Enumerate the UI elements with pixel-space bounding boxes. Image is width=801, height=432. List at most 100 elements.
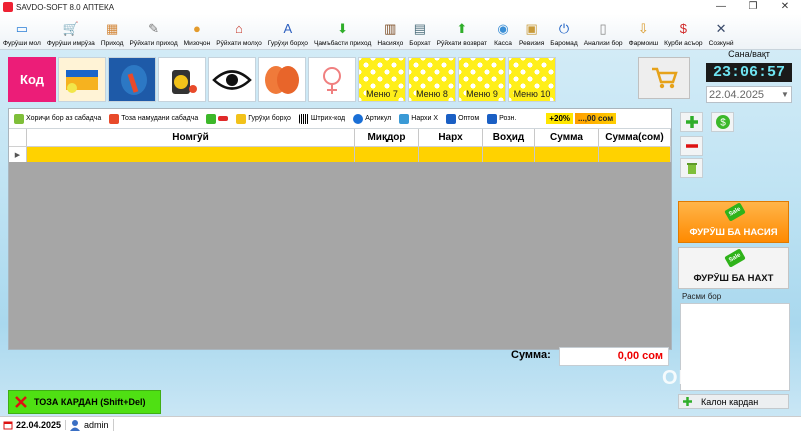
cell-sum[interactable] xyxy=(535,147,599,162)
delete-item-button[interactable] xyxy=(680,158,703,178)
toolbar-button-abc[interactable]: A Гурӯҳи борҳо xyxy=(265,13,311,49)
toolbar-button-power[interactable]: ⏻ Баромад xyxy=(547,13,580,49)
wholesale-button[interactable]: Оптом xyxy=(446,113,479,124)
sale-credit-button[interactable]: Sale ФУРӮШ БА НАСИЯ xyxy=(678,201,789,243)
clear-basket-button[interactable]: Тоза намудани сабадча xyxy=(109,113,198,124)
tile-vitamins[interactable] xyxy=(158,57,206,102)
toolbar-button-monitor[interactable]: ▭ Фурӯши мол xyxy=(0,13,44,49)
toolbar-button-house[interactable]: ⌂ Рӯйхати молҳо xyxy=(213,13,265,49)
retail-button[interactable]: Розн. xyxy=(487,113,517,124)
cart-button[interactable] xyxy=(638,57,690,99)
sale-cash-button[interactable]: Sale ФУРӮШ БА НАХТ xyxy=(678,247,789,289)
decrease-item-button[interactable] xyxy=(680,136,703,156)
date-value: 22.04.2025 xyxy=(709,88,765,101)
clear-cart-button[interactable]: ТОЗА КАРДАН (Shift+Del) xyxy=(8,390,161,414)
close-icon[interactable]: ✕ xyxy=(769,0,801,14)
table-row[interactable]: ▶ xyxy=(9,147,671,162)
column-header-sum[interactable]: Сумма xyxy=(535,129,599,146)
date-picker[interactable]: 22.04.2025 ▼ xyxy=(706,86,792,103)
cart-grid[interactable]: Номгӯй Миқдор Нарх Воҳид Сумма Сумма(сом… xyxy=(9,129,671,349)
window-title: SAVDO-SOFT 8.0 АПТЕКА xyxy=(16,2,115,12)
toolbar-button-tools[interactable]: ✕ Созкунӣ xyxy=(706,13,737,49)
toolbar-button-label: Насияҳо xyxy=(377,40,404,47)
menu-9-label: Меню 9 xyxy=(466,89,498,101)
payment-button[interactable]: $ xyxy=(711,112,734,132)
toolbar-button-cart[interactable]: 🛒 Фурӯши имрӯза xyxy=(44,13,98,49)
add-item-button[interactable] xyxy=(680,112,703,132)
toolbar-button-download-box[interactable]: ⇩ Фармоиш xyxy=(626,13,662,49)
clear-cart-label: ТОЗА КАРДАН (Shift+Del) xyxy=(34,397,146,407)
total-value: 0,00 сом xyxy=(559,347,669,366)
toolbar-button-down-arrow[interactable]: ⬇ Ҷамъбасти приход xyxy=(311,13,374,49)
menu-8-label: Меню 8 xyxy=(416,89,448,101)
book-icon: ▥ xyxy=(384,20,397,36)
column-header-price[interactable]: Нарх xyxy=(419,129,483,146)
plus-icon[interactable] xyxy=(206,113,217,124)
article-icon xyxy=(353,113,364,124)
toolbar-button-label: Рӯйхати приход xyxy=(129,40,178,47)
dollar-icon: $ xyxy=(679,20,687,36)
clear-cart-icon xyxy=(15,396,27,408)
cell-unit[interactable] xyxy=(483,147,535,162)
toolbar-button-up-arrow[interactable]: ⬆ Рӯйхати возврат xyxy=(434,13,490,49)
qty-plus-minus[interactable] xyxy=(206,113,229,124)
toolbar-button-label: Касса xyxy=(494,40,512,47)
status-bar: 22.04.2025 admin xyxy=(0,416,801,432)
category-tiles: Код Меню 7 Меню 8 Меню 9 Меню 10 xyxy=(8,57,556,102)
calendar-dropdown-icon[interactable]: ▼ xyxy=(779,87,791,102)
cell-name[interactable] xyxy=(27,147,355,162)
wholesale-tag-icon xyxy=(446,113,457,124)
cell-sum-som[interactable] xyxy=(599,147,671,162)
toolbar-button-cabinet[interactable]: ▯ Анализи бор xyxy=(581,13,626,49)
tile-brain[interactable] xyxy=(258,57,306,102)
toolbar-button-pencil[interactable]: ✎ Рӯйхати приход xyxy=(127,13,181,49)
plus-icon xyxy=(685,116,698,128)
tile-menu-7[interactable]: Меню 7 xyxy=(358,57,406,102)
tile-eye[interactable] xyxy=(208,57,256,102)
toolbar-button-label: Фурӯши имрӯза xyxy=(46,40,95,47)
column-header-unit[interactable]: Воҳид xyxy=(483,129,535,146)
date-time-panel: Сана/вақт 23:06:57 22.04.2025 ▼ xyxy=(706,49,792,103)
remove-item-button[interactable]: Хориҷи бор аз сабадча xyxy=(14,113,101,124)
toolbar-button-clipboard[interactable]: ▣ Ревизия xyxy=(516,13,547,49)
tile-throat[interactable] xyxy=(108,57,156,102)
brain-icon xyxy=(265,65,299,94)
retail-label: Розн. xyxy=(499,115,517,122)
toolbar-button-label: Анализи бор xyxy=(583,40,623,47)
row-indicator-icon: ▶ xyxy=(9,147,27,162)
tile-women-health[interactable] xyxy=(308,57,356,102)
toolbar-button-user[interactable]: ● Мизоҷон xyxy=(181,13,214,49)
pencil-icon: ✎ xyxy=(148,20,160,36)
restore-icon[interactable]: ❐ xyxy=(737,0,769,14)
sum-badge[interactable]: ...,00 сом xyxy=(575,113,617,124)
article-button[interactable]: Артикул xyxy=(353,113,391,124)
toolbar-button-label: Созкунӣ xyxy=(708,40,734,47)
groups-button[interactable]: Гурӯҳи борҳо xyxy=(236,113,291,124)
tile-menu-10[interactable]: Меню 10 xyxy=(508,57,556,102)
menu-7-label: Меню 7 xyxy=(366,89,398,101)
toolbar-button-dollar[interactable]: $ Курби асъор xyxy=(661,13,705,49)
toolbar-button-book[interactable]: ▥ Насияҳо xyxy=(374,13,406,49)
toolbar-button-label: Борхат xyxy=(409,40,431,47)
svg-text:$: $ xyxy=(720,118,726,129)
percent-badge[interactable]: +20% xyxy=(546,113,574,124)
toolbar-button-boxes[interactable]: ▦ Приход xyxy=(98,13,127,49)
tile-menu-9[interactable]: Меню 9 xyxy=(458,57,506,102)
tile-menu-8[interactable]: Меню 8 xyxy=(408,57,456,102)
minus-icon[interactable] xyxy=(218,116,229,121)
enlarge-button[interactable]: Калон кардан xyxy=(678,394,789,409)
column-header-sum-som[interactable]: Сумма(сом) xyxy=(599,129,671,146)
house-icon: ⌂ xyxy=(235,20,243,36)
tile-medicine-box[interactable] xyxy=(58,57,106,102)
cell-qty[interactable] xyxy=(355,147,419,162)
price-x-button[interactable]: Нархи Х xyxy=(399,113,438,124)
toolbar-button-table[interactable]: ▤ Борхат xyxy=(406,13,433,49)
barcode-button[interactable]: Штрих-код xyxy=(298,113,345,124)
minimize-icon[interactable]: — xyxy=(705,0,737,14)
groups-label: Гурӯҳи борҳо xyxy=(248,115,291,122)
column-header-qty[interactable]: Миқдор xyxy=(355,129,419,146)
toolbar-button-coins[interactable]: ◉ Касса xyxy=(490,13,516,49)
column-header-name[interactable]: Номгӯй xyxy=(27,129,355,146)
cell-price[interactable] xyxy=(419,147,483,162)
tile-kod[interactable]: Код xyxy=(8,57,56,102)
